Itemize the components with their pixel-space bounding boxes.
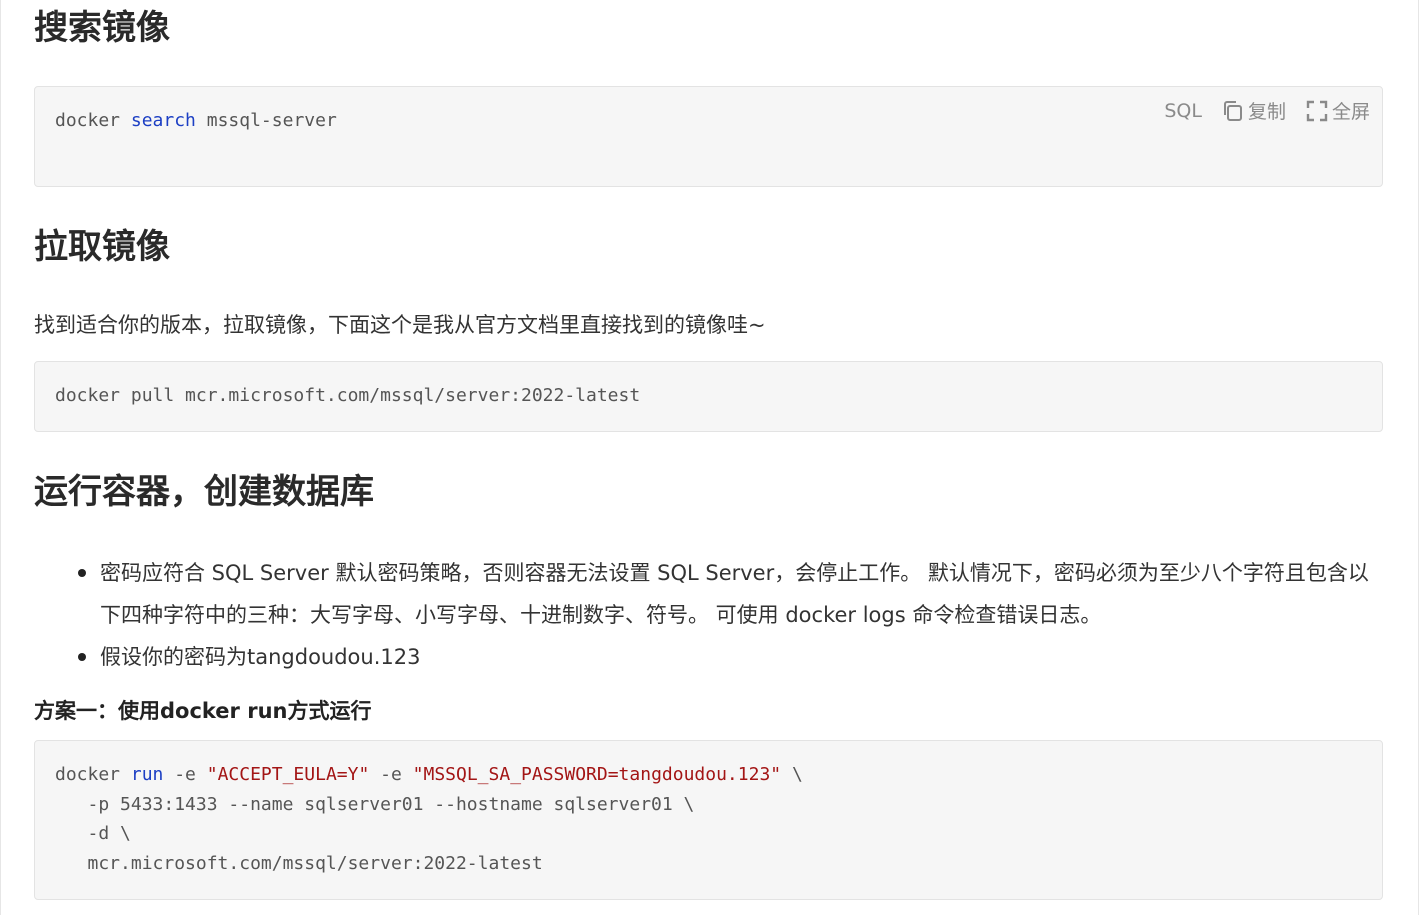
page-left-border — [0, 0, 1, 915]
code-block-run: docker run -e "ACCEPT_EULA=Y" -e "MSSQL_… — [34, 740, 1383, 900]
paragraph-pull-intro: 找到适合你的版本，拉取镜像，下面这个是我从官方文档里直接找到的镜像哇~ — [34, 313, 766, 337]
code-language-label: SQL — [1164, 99, 1202, 122]
code-line: -d \ — [55, 823, 131, 845]
subheading-option-one: 方案一：使用docker run方式运行 — [34, 699, 372, 723]
code-search[interactable]: docker search mssql-server — [55, 106, 337, 136]
fullscreen-icon — [1306, 100, 1328, 121]
heading-run-container: 运行容器，创建数据库 — [34, 472, 374, 512]
password-notes-list: 密码应符合 SQL Server 默认密码策略，否则容器无法设置 SQL Ser… — [34, 552, 1374, 678]
list-item: 密码应符合 SQL Server 默认密码策略，否则容器无法设置 SQL Ser… — [34, 552, 1374, 636]
fullscreen-label: 全屏 — [1331, 101, 1370, 123]
code-token-cmd: docker — [55, 110, 121, 131]
copy-icon — [1223, 100, 1242, 121]
page-right-border — [1418, 0, 1419, 915]
code-run[interactable]: docker run -e "ACCEPT_EULA=Y" -e "MSSQL_… — [55, 760, 803, 878]
code-pull[interactable]: docker pull mcr.microsoft.com/mssql/serv… — [55, 381, 640, 411]
list-item-text: 假设你的密码为tangdoudou.123 — [100, 645, 421, 669]
code-token-keyword: search — [130, 110, 196, 131]
fullscreen-button[interactable]: 全屏 — [1306, 97, 1370, 124]
code-toolbar: SQL 复制 全屏 — [1164, 97, 1370, 124]
copy-button[interactable]: 复制 — [1222, 97, 1286, 124]
code-token-string: "MSSQL_SA_PASSWORD=tangdoudou.123" — [412, 764, 782, 785]
code-token: -e — [369, 764, 413, 785]
code-token: \ — [781, 764, 803, 785]
code-line: mcr.microsoft.com/mssql/server:2022-late… — [55, 852, 543, 874]
list-item: 假设你的密码为tangdoudou.123 — [34, 636, 1374, 678]
code-line: -p 5433:1433 --name sqlserver01 --hostna… — [55, 793, 695, 815]
list-item-text: 密码应符合 SQL Server 默认密码策略，否则容器无法设置 SQL Ser… — [100, 561, 1369, 627]
copy-label: 复制 — [1247, 101, 1286, 123]
code-token: docker — [55, 764, 131, 785]
code-token-arg: mssql-server — [206, 110, 337, 131]
bullet-dot — [78, 569, 86, 577]
heading-search-image: 搜索镜像 — [34, 8, 170, 48]
code-block-search: docker search mssql-server SQL 复制 全屏 — [34, 86, 1383, 187]
code-token-keyword: run — [130, 764, 164, 785]
bullet-dot — [78, 653, 86, 661]
code-token-string: "ACCEPT_EULA=Y" — [206, 764, 370, 785]
heading-pull-image: 拉取镜像 — [34, 227, 170, 267]
code-block-pull: docker pull mcr.microsoft.com/mssql/serv… — [34, 361, 1383, 432]
code-token: -e — [163, 764, 207, 785]
